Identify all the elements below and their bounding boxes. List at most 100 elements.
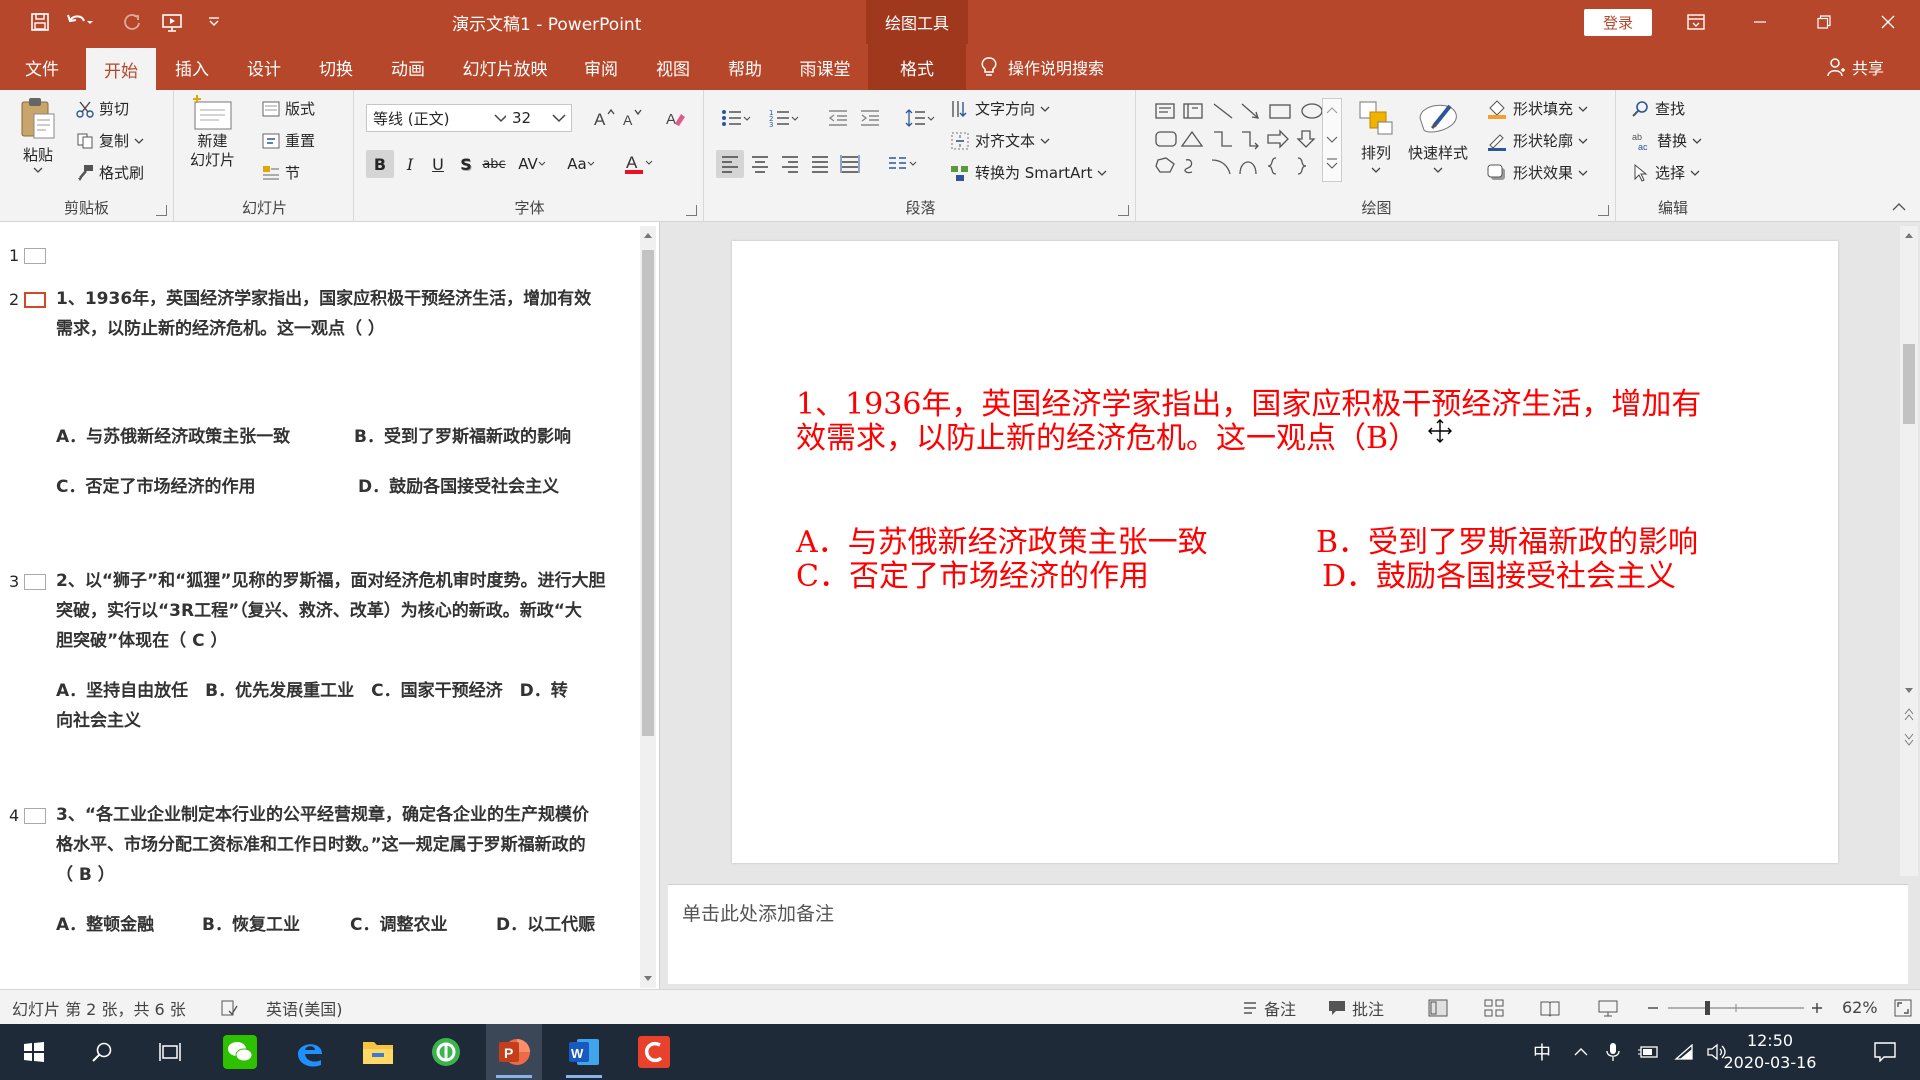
green-app-icon[interactable] [418, 1024, 474, 1080]
convert-smartart-button[interactable]: 转换为 SmartArt [950, 162, 1107, 183]
slideshow-view-icon[interactable] [1598, 990, 1618, 1025]
character-spacing-button[interactable]: AV [512, 150, 552, 178]
action-center-icon[interactable] [1860, 1024, 1910, 1080]
fit-to-window-icon[interactable] [1894, 990, 1912, 1025]
tab-rain-classroom[interactable]: 雨课堂 [784, 44, 866, 90]
zoom-slider[interactable] [1666, 998, 1806, 1018]
notes-toggle[interactable]: 备注 [1242, 990, 1296, 1025]
strikethrough-button[interactable]: abc [480, 150, 508, 178]
find-button[interactable]: 查找 [1632, 98, 1685, 119]
powerpoint-taskbar-icon[interactable]: P [486, 1024, 542, 1080]
italic-button[interactable]: I [396, 150, 424, 178]
justify-icon[interactable] [806, 150, 834, 178]
select-button[interactable]: 选择 [1632, 162, 1700, 183]
close-icon[interactable] [1856, 0, 1920, 44]
dialog-launcher-icon[interactable] [1118, 205, 1129, 216]
ime-indicator[interactable]: 中 [1530, 1024, 1554, 1080]
shapes-gallery[interactable] [1152, 100, 1342, 184]
align-left-icon[interactable] [716, 150, 744, 178]
align-center-icon[interactable] [746, 150, 774, 178]
format-painter-button[interactable]: 格式刷 [76, 162, 144, 183]
undo-icon[interactable] [64, 6, 96, 38]
save-icon[interactable] [24, 6, 56, 38]
microphone-icon[interactable] [1602, 1024, 1624, 1080]
shape-effects-button[interactable]: 形状效果 [1486, 162, 1588, 183]
tab-slideshow[interactable]: 幻灯片放映 [452, 44, 558, 90]
tab-view[interactable]: 视图 [640, 44, 706, 90]
slide-sorter-icon[interactable] [1484, 990, 1504, 1025]
share-button[interactable]: 共享 [1826, 44, 1884, 90]
reading-view-icon[interactable] [1540, 990, 1560, 1025]
zoom-level[interactable]: 62% [1842, 990, 1878, 1025]
copy-button[interactable]: 复制 [76, 130, 144, 151]
shape-fill-button[interactable]: 形状填充 [1486, 98, 1588, 119]
line-spacing-icon[interactable] [900, 104, 940, 132]
quick-styles-button[interactable]: 快速样式 [1408, 98, 1468, 173]
zoom-in-button[interactable] [1810, 990, 1824, 1025]
arrange-button[interactable]: 排列 [1356, 98, 1396, 173]
text-direction-button[interactable]: 文字方向 [950, 98, 1050, 119]
decrease-indent-icon[interactable] [824, 104, 852, 132]
tell-me-search[interactable]: 操作说明搜索 [980, 44, 1104, 90]
tab-design[interactable]: 设计 [230, 44, 298, 90]
decrease-font-size-icon[interactable]: A [618, 104, 646, 132]
text-shadow-button[interactable]: S [452, 150, 480, 178]
slide-thumbnail-2[interactable] [24, 292, 46, 308]
tab-review[interactable]: 审阅 [568, 44, 634, 90]
tab-format[interactable]: 格式 [868, 44, 966, 90]
layout-button[interactable]: 版式 [262, 98, 315, 119]
edge-browser-icon[interactable] [282, 1024, 338, 1080]
word-taskbar-icon[interactable]: W [556, 1024, 612, 1080]
clear-formatting-icon[interactable]: A [662, 104, 690, 132]
slide-canvas[interactable]: 1、1936年，英国经济学家指出，国家应积极干预经济生活，增加有 效需求，以防止… [732, 241, 1838, 863]
align-right-icon[interactable] [776, 150, 804, 178]
new-slide-button[interactable]: 新建 幻灯片 [190, 94, 235, 170]
start-from-beginning-icon[interactable] [156, 6, 188, 38]
slide-option-d[interactable]: D．鼓励各国接受社会主义 [1322, 551, 1676, 595]
tab-file[interactable]: 文件 [8, 44, 76, 90]
reset-button[interactable]: 重置 [262, 130, 315, 151]
dialog-launcher-icon[interactable] [1598, 205, 1609, 216]
paste-button[interactable]: 粘贴 [18, 96, 58, 173]
spell-check-icon[interactable] [220, 990, 238, 1025]
slide-question-line[interactable]: 效需求，以防止新的经济危机。这一观点（B） [796, 413, 1418, 457]
notes-placeholder[interactable]: 单击此处添加备注 [682, 899, 834, 926]
shape-outline-button[interactable]: 形状轮廓 [1486, 130, 1588, 151]
task-view-icon[interactable] [142, 1024, 198, 1080]
font-size-combo[interactable]: 32 [506, 104, 572, 132]
increase-font-size-icon[interactable]: A [590, 104, 618, 132]
restore-icon[interactable] [1792, 0, 1856, 44]
font-color-button[interactable]: A [618, 150, 658, 178]
slide-thumbnail-1[interactable] [24, 248, 46, 264]
system-clock[interactable]: 12:50 2020-03-16 [1720, 1030, 1820, 1074]
show-hidden-icons[interactable] [1570, 1024, 1592, 1080]
wifi-icon[interactable] [1672, 1024, 1696, 1080]
redo-icon[interactable] [116, 6, 148, 38]
tab-home[interactable]: 开始 [86, 48, 156, 90]
tab-transitions[interactable]: 切换 [302, 44, 370, 90]
dialog-launcher-icon[interactable] [686, 205, 697, 216]
align-text-button[interactable]: 对齐文本 [950, 130, 1050, 151]
distributed-icon[interactable] [836, 150, 864, 178]
collapse-ribbon-icon[interactable] [1892, 202, 1906, 212]
language-indicator[interactable]: 英语(美国) [266, 990, 343, 1025]
shapes-gallery-scroll[interactable] [1322, 98, 1342, 182]
bold-button[interactable]: B [366, 150, 394, 178]
increase-indent-icon[interactable] [856, 104, 884, 132]
notes-pane[interactable]: 单击此处添加备注 [668, 884, 1908, 984]
slide-thumbnail-pane[interactable]: 1 2 1、1936年，英国经济学家指出，国家应积极干预经济生活，增加有效 需求… [0, 222, 660, 989]
slide-thumbnail-4[interactable] [24, 808, 46, 824]
numbering-icon[interactable]: 123 [764, 104, 804, 132]
red-app-icon[interactable] [626, 1024, 682, 1080]
zoom-out-button[interactable] [1646, 990, 1660, 1025]
tab-animations[interactable]: 动画 [374, 44, 442, 90]
windows-start-icon[interactable] [6, 1024, 62, 1080]
cut-button[interactable]: 剪切 [76, 98, 129, 119]
columns-icon[interactable] [882, 150, 922, 178]
search-icon[interactable] [74, 1024, 130, 1080]
font-name-combo[interactable]: 等线 (正文) [366, 104, 514, 132]
slide-scrollbar[interactable] [1900, 226, 1918, 876]
bullets-icon[interactable] [716, 104, 756, 132]
comments-toggle[interactable]: 批注 [1328, 990, 1384, 1025]
minimize-icon[interactable] [1728, 0, 1792, 44]
